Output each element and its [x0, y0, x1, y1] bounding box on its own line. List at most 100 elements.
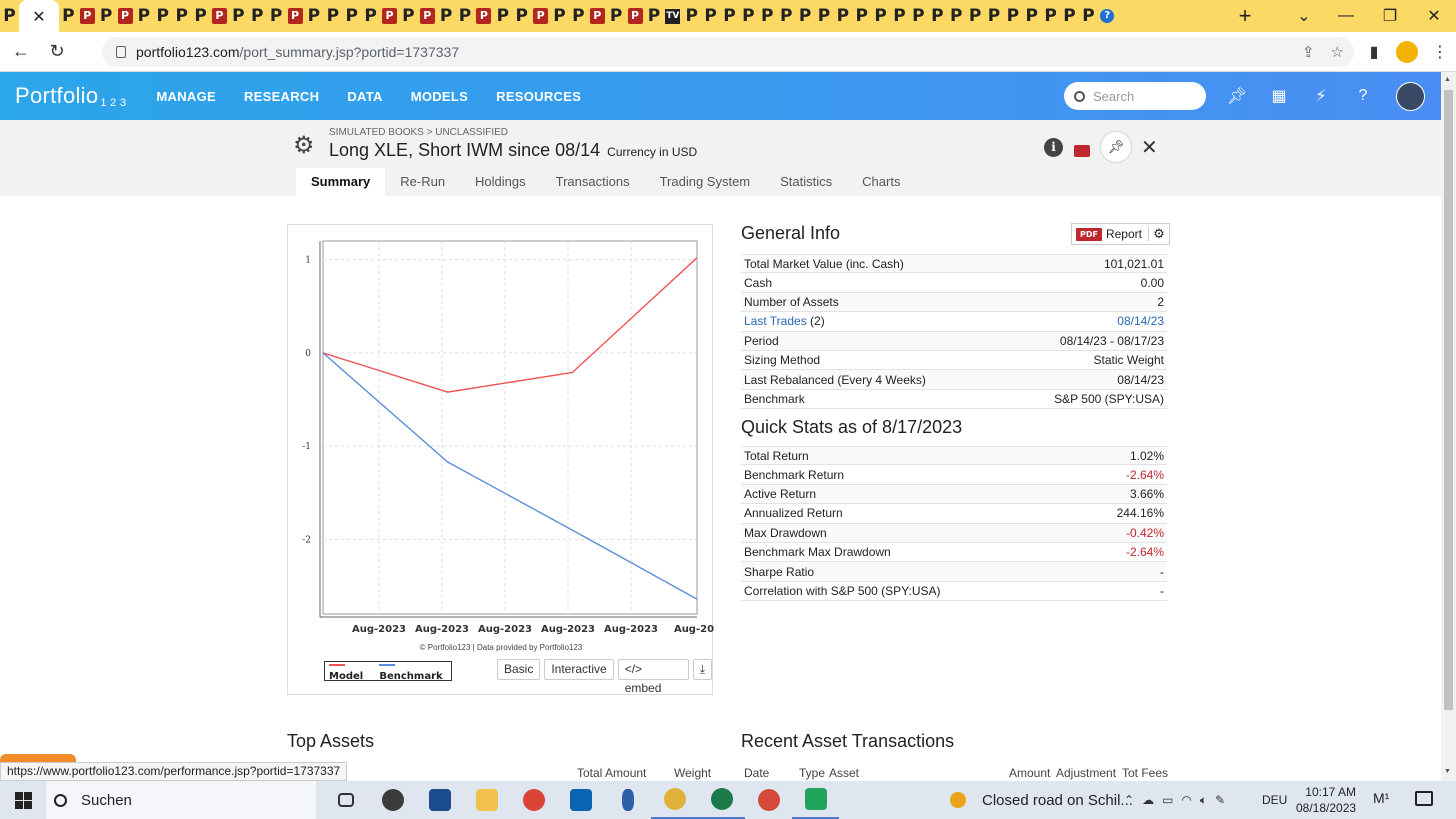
- browser-tab[interactable]: P: [399, 5, 418, 27]
- notification-icon[interactable]: M¹: [1373, 790, 1389, 806]
- download-icon[interactable]: ⤓: [692, 659, 712, 680]
- col-total-amount[interactable]: Total Amount: [577, 766, 646, 780]
- legend-benchmark[interactable]: Benchmark: [379, 660, 451, 682]
- volume-icon[interactable]: 🔈︎: [1200, 793, 1207, 808]
- browser-tab[interactable]: P: [78, 5, 97, 27]
- browser-tab[interactable]: P: [909, 5, 928, 27]
- row-value[interactable]: 08/14/23: [1117, 314, 1164, 328]
- browser-tab[interactable]: P: [720, 5, 739, 27]
- browser-tab[interactable]: P: [267, 5, 286, 27]
- settings-gear-icon[interactable]: ⚙: [293, 131, 315, 160]
- pin-button[interactable]: 📌︎: [1101, 132, 1131, 162]
- pin-icon[interactable]: 📌︎: [1216, 84, 1258, 108]
- browser-tab[interactable]: P: [682, 5, 701, 27]
- chrome-dark-icon[interactable]: [698, 781, 745, 819]
- browser-tab[interactable]: P: [833, 5, 852, 27]
- file-explorer-icon[interactable]: [463, 781, 510, 819]
- browser-tab[interactable]: P: [852, 5, 871, 27]
- apps-grid-icon[interactable]: ▦: [1258, 84, 1300, 108]
- action-center-icon[interactable]: [1415, 791, 1433, 806]
- browser-tab[interactable]: P: [361, 5, 380, 27]
- bookmark-star-icon[interactable]: ☆: [1331, 43, 1344, 61]
- lightning-icon[interactable]: ⚡︎: [1300, 84, 1342, 108]
- minimize-button[interactable]: —: [1324, 0, 1368, 32]
- whatsapp-icon[interactable]: [369, 781, 416, 819]
- nav-research[interactable]: RESEARCH: [244, 89, 319, 104]
- browser-tab[interactable]: P: [966, 5, 985, 27]
- help-icon[interactable]: ?: [1342, 84, 1384, 108]
- portfolio123-logo[interactable]: Portfolio 1 2 3: [15, 83, 126, 109]
- browser-tab[interactable]: P: [947, 5, 966, 27]
- browser-tab[interactable]: P: [304, 5, 323, 27]
- legend-model[interactable]: Model: [329, 660, 375, 682]
- scroll-up-icon[interactable]: ▲: [1444, 76, 1451, 83]
- browser-tab[interactable]: P: [97, 5, 116, 27]
- browser-tab[interactable]: P: [493, 5, 512, 27]
- report-gear-icon[interactable]: ⚙: [1149, 226, 1169, 242]
- col-asset[interactable]: Asset: [829, 766, 859, 780]
- breadcrumb[interactable]: SIMULATED BOOKS > UNCLASSIFIED: [329, 127, 508, 138]
- row-label[interactable]: Last Trades (2): [744, 314, 825, 328]
- browser-tab[interactable]: P: [569, 5, 588, 27]
- nav-data[interactable]: DATA: [347, 89, 382, 104]
- browser-tab[interactable]: P: [928, 5, 947, 27]
- basic-chart-button[interactable]: Basic: [497, 659, 541, 680]
- tab-transactions[interactable]: Transactions: [541, 168, 645, 196]
- clock[interactable]: 10:17 AM 08/18/2023: [1296, 784, 1356, 816]
- col-type[interactable]: Type: [799, 766, 825, 780]
- maximize-button[interactable]: ❐: [1368, 0, 1412, 32]
- browser-tab[interactable]: P: [701, 5, 720, 27]
- browser-tab[interactable]: P: [342, 5, 361, 27]
- scroll-thumb[interactable]: [1444, 90, 1453, 710]
- browser-tab[interactable]: P: [796, 5, 815, 27]
- info-icon[interactable]: i: [1044, 137, 1063, 157]
- tab-charts[interactable]: Charts: [847, 168, 915, 196]
- language-indicator[interactable]: DEU: [1262, 793, 1287, 807]
- browser-tab[interactable]: P: [1041, 5, 1060, 27]
- access-icon[interactable]: [416, 781, 463, 819]
- browser-tab[interactable]: P: [134, 5, 153, 27]
- browser-tab[interactable]: TV: [663, 5, 682, 27]
- browser-tab[interactable]: P: [418, 5, 437, 27]
- browser-tab[interactable]: P: [777, 5, 796, 27]
- nav-models[interactable]: MODELS: [411, 89, 468, 104]
- onedrive-icon[interactable]: ☁: [1142, 793, 1154, 808]
- page-scrollbar[interactable]: ▲ ▼: [1441, 72, 1456, 781]
- tab-search-chevron-icon[interactable]: ⌄: [1284, 0, 1324, 32]
- taskbar-search[interactable]: Suchen: [46, 781, 316, 819]
- browser-tab[interactable]: P: [59, 5, 78, 27]
- back-button[interactable]: ←: [6, 37, 36, 67]
- col-amount[interactable]: Amount: [1009, 766, 1050, 780]
- browser-tab[interactable]: P: [474, 5, 493, 27]
- browser-tab[interactable]: P: [456, 5, 475, 27]
- chrome-alt-icon[interactable]: [745, 781, 792, 819]
- tab-statistics[interactable]: Statistics: [765, 168, 847, 196]
- app-blue-icon[interactable]: [604, 781, 651, 819]
- user-avatar[interactable]: [1396, 82, 1425, 111]
- browser-tab[interactable]: P: [248, 5, 267, 27]
- browser-tab[interactable]: P: [229, 5, 248, 27]
- browser-tab[interactable]: P: [1022, 5, 1041, 27]
- browser-tab[interactable]: P: [153, 5, 172, 27]
- browser-tab[interactable]: P: [1003, 5, 1022, 27]
- close-icon[interactable]: ✕: [1141, 135, 1158, 160]
- browser-tab[interactable]: P: [607, 5, 626, 27]
- feedback-tab[interactable]: [0, 754, 76, 762]
- browser-tab[interactable]: P: [626, 5, 645, 27]
- browser-tab[interactable]: P: [437, 5, 456, 27]
- menu-kebab-icon[interactable]: ⋮: [1424, 42, 1456, 62]
- browser-tab[interactable]: P: [191, 5, 210, 27]
- scroll-down-icon[interactable]: ▼: [1444, 768, 1451, 775]
- reload-button[interactable]: ↻: [42, 37, 72, 67]
- wifi-icon[interactable]: ◠: [1181, 793, 1191, 808]
- active-tab-close-button[interactable]: ✕: [18, 0, 59, 32]
- chrome-profile-icon[interactable]: [651, 781, 698, 819]
- browser-tab[interactable]: P: [116, 5, 135, 27]
- browser-tab[interactable]: P: [512, 5, 531, 27]
- profile-avatar[interactable]: [1396, 41, 1418, 63]
- nav-resources[interactable]: RESOURCES: [496, 89, 581, 104]
- browser-tab[interactable]: P: [531, 5, 550, 27]
- browser-tab[interactable]: P: [985, 5, 1004, 27]
- pen-icon[interactable]: ✎: [1215, 793, 1225, 808]
- browser-tab[interactable]: P: [1079, 5, 1098, 27]
